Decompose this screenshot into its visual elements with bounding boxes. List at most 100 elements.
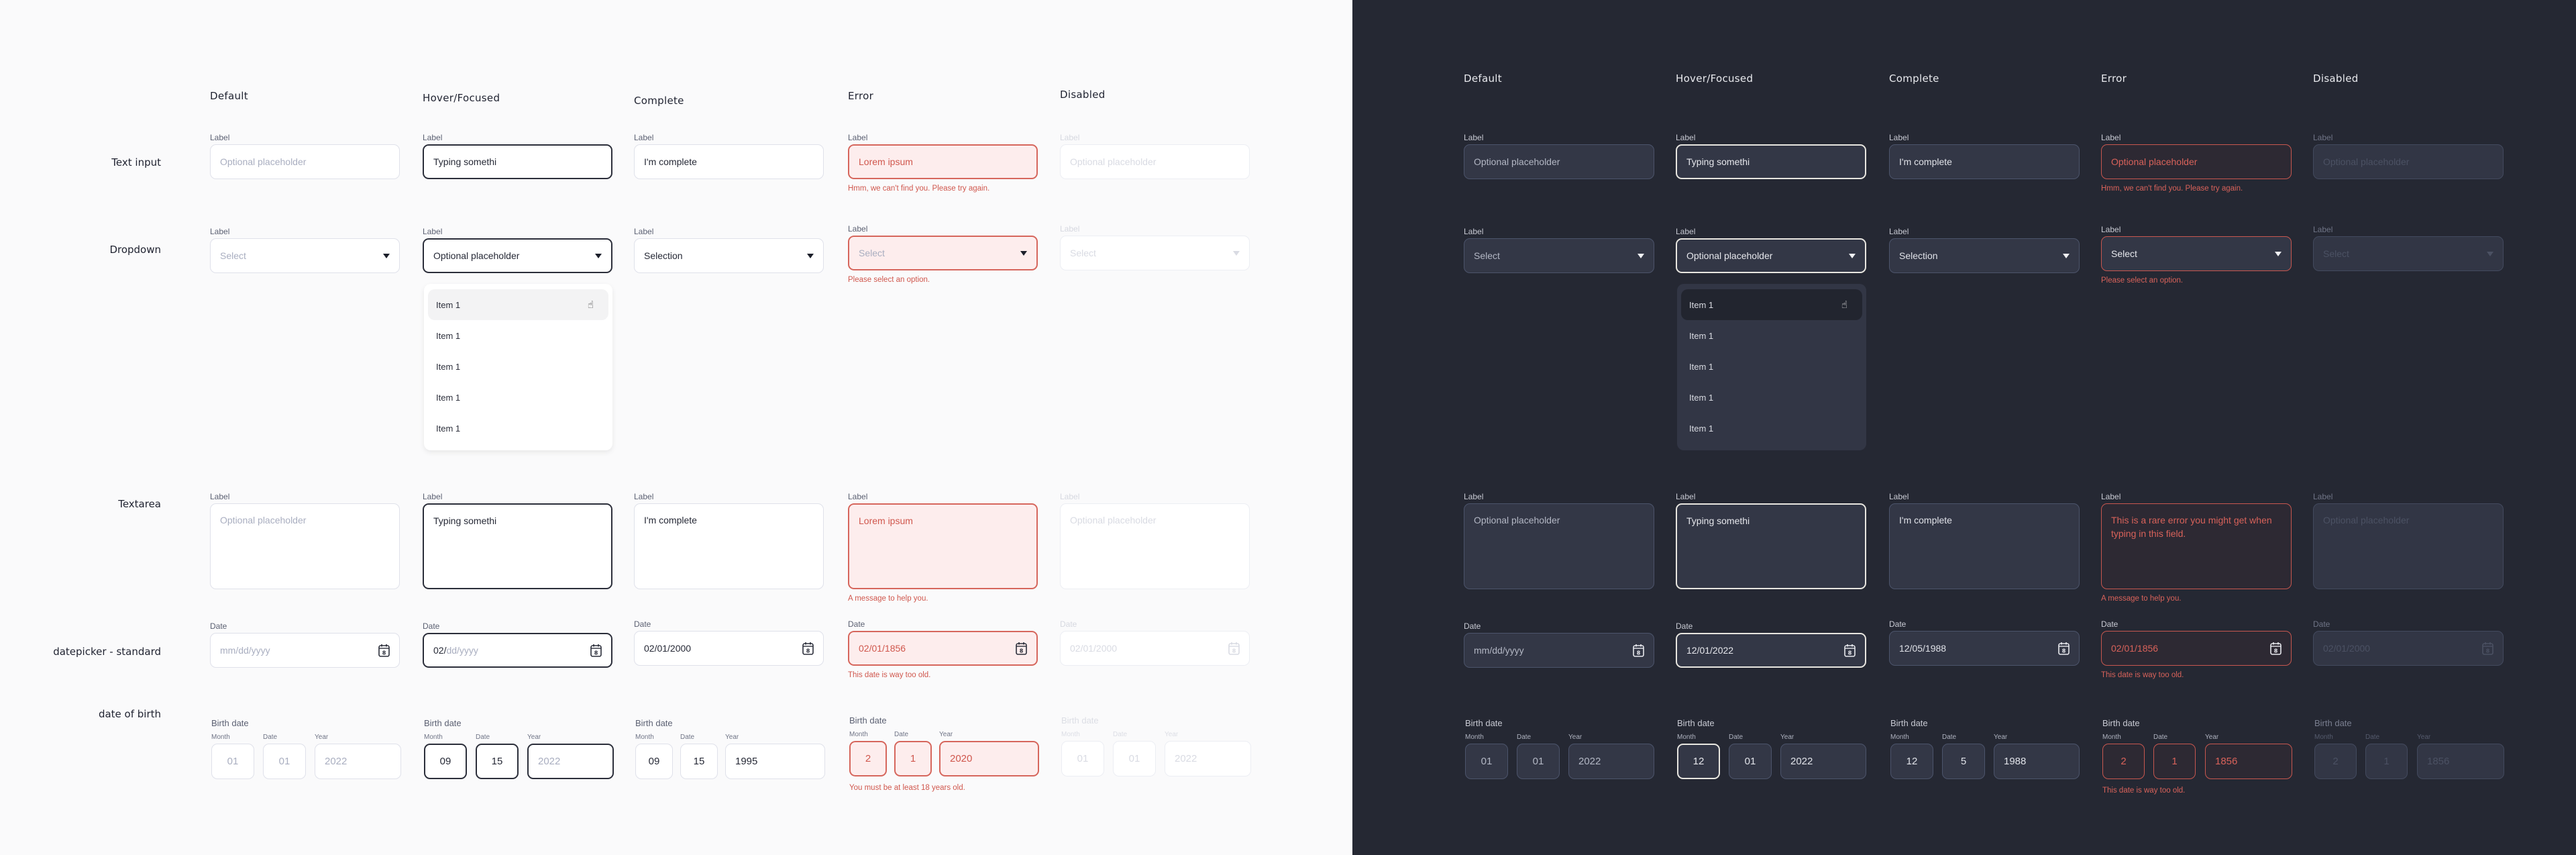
- dropdown-select-disabled: Select: [1060, 236, 1250, 270]
- dob-year-input[interactable]: 1856: [2205, 744, 2292, 779]
- dropdown-label: Label: [2101, 225, 2121, 234]
- dropdown-option[interactable]: Item 1: [1681, 382, 1862, 413]
- dropdown-option[interactable]: Item 1: [428, 382, 608, 413]
- caret-down-icon[interactable]: [807, 253, 814, 258]
- dob-month-input[interactable]: 2: [2102, 744, 2145, 779]
- dropdown-option[interactable]: Item 1: [1681, 413, 1862, 444]
- text-input-label: Label: [1464, 133, 1484, 142]
- dropdown-select-complete[interactable]: Selection: [634, 238, 824, 273]
- textarea-focus[interactable]: Typing somethi: [423, 503, 612, 589]
- caret-down-icon[interactable]: [1638, 253, 1644, 258]
- textarea-complete[interactable]: I'm complete: [634, 503, 824, 589]
- datepicker-input-error[interactable]: 02/01/1856 8: [2101, 631, 2292, 666]
- dob-year-input[interactable]: 1995: [725, 744, 825, 779]
- dob-date-input[interactable]: 15: [680, 744, 718, 779]
- caret-down-icon[interactable]: [1233, 250, 1240, 256]
- dob-year-input[interactable]: 2022: [1780, 744, 1866, 779]
- calendar-icon[interactable]: 8: [2058, 642, 2070, 655]
- field-value: 02/01/1856: [2111, 643, 2159, 654]
- dropdown-select-default[interactable]: Select: [210, 238, 400, 273]
- textarea-disabled: Optional placeholder: [1060, 503, 1250, 589]
- text-input-error[interactable]: Optional placeholder: [2101, 144, 2292, 179]
- dob-year-input[interactable]: 2022: [527, 744, 614, 779]
- datepicker-input-complete[interactable]: 12/05/1988 8: [1889, 631, 2080, 666]
- dropdown-select-default[interactable]: Select: [1464, 238, 1654, 273]
- dob-date-input[interactable]: 15: [476, 744, 519, 779]
- textarea-error[interactable]: Lorem ipsum: [848, 503, 1038, 589]
- text-input-default[interactable]: Optional placeholder: [1464, 144, 1654, 179]
- textarea-focus[interactable]: Typing somethi: [1676, 503, 1866, 589]
- calendar-icon[interactable]: 8: [1016, 642, 1027, 655]
- dob-date-input[interactable]: 01: [1517, 744, 1560, 779]
- dropdown-select-error[interactable]: Select: [848, 236, 1038, 270]
- dob-month-input[interactable]: 12: [1890, 744, 1933, 779]
- dob-year-input[interactable]: 2022: [1568, 744, 1654, 779]
- datepicker-input-error[interactable]: 02/01/1856 8: [848, 631, 1038, 666]
- text-input-focus[interactable]: Typing somethi: [423, 144, 612, 179]
- datepicker-input-complete[interactable]: 02/01/2000 8: [634, 631, 824, 666]
- datepicker-input-default[interactable]: mm/dd/yyyy 8: [210, 633, 400, 668]
- textarea-error[interactable]: This is a rare error you might get when …: [2101, 503, 2292, 589]
- textarea-default[interactable]: Optional placeholder: [210, 503, 400, 589]
- dob-label: Birth date: [2314, 718, 2352, 728]
- text-input-error[interactable]: Lorem ipsum: [848, 144, 1038, 179]
- textarea-default[interactable]: Optional placeholder: [1464, 503, 1654, 589]
- text-input-label: Label: [2313, 133, 2333, 142]
- column-header-disabled: Disabled: [2313, 72, 2359, 85]
- dob-date-input[interactable]: 1: [2153, 744, 2196, 779]
- dob-month-input[interactable]: 2: [849, 741, 887, 776]
- text-input-complete[interactable]: I'm complete: [1889, 144, 2080, 179]
- dob-date-input[interactable]: 01: [1729, 744, 1772, 779]
- text-input-label: Label: [634, 133, 654, 142]
- dob-year-input[interactable]: 2022: [315, 744, 401, 779]
- text-input-focus[interactable]: Typing somethi: [1676, 144, 1866, 179]
- datepicker-input-default[interactable]: mm/dd/yyyy 8: [1464, 633, 1654, 668]
- caret-down-icon[interactable]: [2063, 253, 2070, 258]
- caret-down-icon[interactable]: [2275, 251, 2282, 256]
- calendar-icon[interactable]: 8: [802, 642, 814, 655]
- dropdown-select-focus[interactable]: Optional placeholder: [423, 238, 612, 273]
- calendar-icon[interactable]: 8: [1844, 644, 1856, 657]
- dropdown-option[interactable]: Item 1: [428, 413, 608, 444]
- dob-year-input[interactable]: 1988: [1994, 744, 2080, 779]
- dropdown-option[interactable]: Item 1: [1681, 351, 1862, 382]
- dob-year-input[interactable]: 2020: [939, 741, 1039, 776]
- datepicker-label: Date: [210, 621, 227, 631]
- dropdown-option[interactable]: Item 1 ☝: [428, 289, 608, 320]
- dropdown-select-focus[interactable]: Optional placeholder: [1676, 238, 1866, 273]
- dropdown-label: Label: [634, 227, 654, 236]
- dropdown-option[interactable]: Item 1: [428, 320, 608, 351]
- dropdown-select-error[interactable]: Select: [2101, 236, 2292, 271]
- dob-year-input: 2022: [1165, 741, 1251, 776]
- calendar-icon[interactable]: 8: [590, 644, 602, 657]
- dob-month-input[interactable]: 09: [635, 744, 673, 779]
- textarea-complete[interactable]: I'm complete: [1889, 503, 2080, 589]
- text-input-complete[interactable]: I'm complete: [634, 144, 824, 179]
- caret-down-icon[interactable]: [1020, 250, 1027, 256]
- datepicker-input-focus[interactable]: 12/01/2022 8: [1676, 633, 1866, 668]
- calendar-icon[interactable]: 8: [1228, 642, 1240, 655]
- caret-down-icon[interactable]: [2487, 251, 2493, 256]
- dropdown-option[interactable]: Item 1: [428, 351, 608, 382]
- datepicker-input-focus[interactable]: 02/dd/yyyy 8: [423, 633, 612, 668]
- caret-down-icon[interactable]: [383, 253, 390, 258]
- caret-down-icon[interactable]: [1849, 253, 1856, 258]
- calendar-icon[interactable]: 8: [1633, 644, 1644, 657]
- caret-down-icon[interactable]: [595, 253, 602, 258]
- dob-month-input[interactable]: 01: [211, 744, 254, 779]
- error-message: Please select an option.: [848, 276, 930, 284]
- calendar-icon[interactable]: 8: [2482, 642, 2493, 655]
- dropdown-option[interactable]: Item 1: [1681, 320, 1862, 351]
- dropdown-option[interactable]: Item 1 ☝: [1681, 289, 1862, 320]
- text-input-default[interactable]: Optional placeholder: [210, 144, 400, 179]
- dropdown-select-complete[interactable]: Selection: [1889, 238, 2080, 273]
- dob-date-input[interactable]: 1: [894, 741, 932, 776]
- dob-month-input[interactable]: 09: [424, 744, 467, 779]
- dob-date-input[interactable]: 5: [1942, 744, 1985, 779]
- dob-month-input[interactable]: 01: [1465, 744, 1508, 779]
- calendar-icon[interactable]: 8: [378, 644, 390, 657]
- dob-date-input[interactable]: 01: [263, 744, 306, 779]
- calendar-icon[interactable]: 8: [2270, 642, 2282, 655]
- dob-month-input[interactable]: 12: [1677, 744, 1720, 779]
- dob-year-value: 2022: [1175, 753, 1197, 764]
